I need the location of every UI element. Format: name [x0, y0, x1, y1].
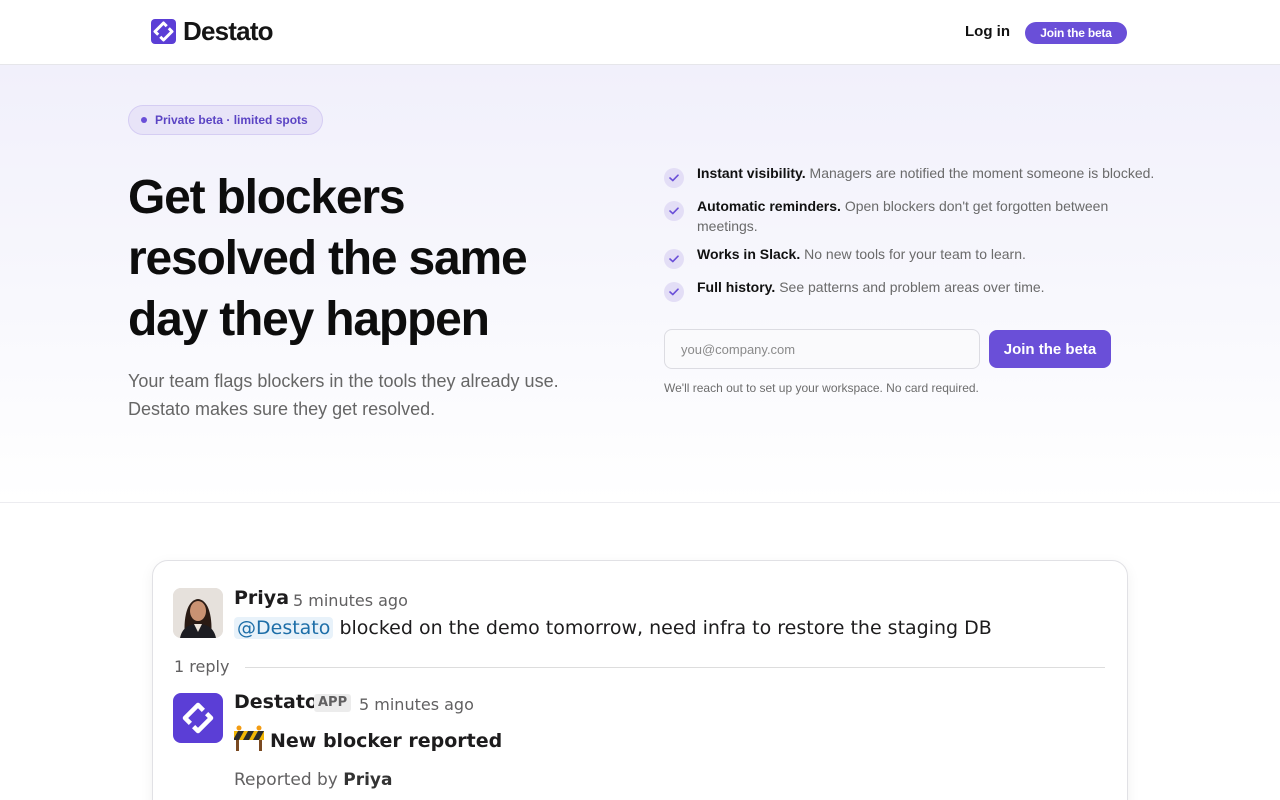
- reported-prefix: Reported by: [234, 770, 338, 790]
- feature-description: No new tools for your team to learn.: [804, 246, 1026, 262]
- feature-text: Works in Slack. No new tools for your te…: [697, 244, 1026, 264]
- feature-description: See patterns and problem areas over time…: [779, 279, 1045, 295]
- top-nav: Destato Log in Join the beta: [0, 0, 1280, 65]
- brand-logo-link[interactable]: Destato: [151, 16, 274, 46]
- check-icon: [664, 282, 684, 302]
- beta-status-text: Private beta · limited spots: [155, 113, 308, 127]
- destato-logo-icon: [151, 18, 176, 44]
- reply-count[interactable]: 1 reply: [174, 657, 229, 676]
- login-link[interactable]: Log in: [965, 22, 1010, 42]
- hero-subtitle: Your team flags blockers in the tools th…: [128, 371, 559, 419]
- feature-item: Automatic reminders. Open blockers don't…: [664, 196, 1164, 236]
- feature-title: Automatic reminders.: [697, 198, 841, 214]
- feature-text: Automatic reminders. Open blockers don't…: [697, 196, 1164, 236]
- feature-item: Full history. See patterns and problem a…: [664, 277, 1164, 302]
- status-dot-icon: [141, 117, 147, 123]
- join-beta-button[interactable]: Join the beta: [989, 330, 1111, 368]
- hero-section: Private beta · limited spots Get blocker…: [0, 65, 1280, 503]
- app-author[interactable]: Destato: [234, 691, 318, 713]
- feature-item: Works in Slack. No new tools for your te…: [664, 244, 1164, 269]
- thread-divider: [245, 667, 1105, 668]
- check-icon: [664, 201, 684, 221]
- feature-list: Instant visibility. Managers are notifie…: [664, 163, 1164, 310]
- user-avatar: [173, 588, 223, 638]
- hero-title: Get blockers resolved the same day they …: [128, 171, 528, 346]
- mention-link[interactable]: @Destato: [234, 617, 334, 639]
- message-author[interactable]: Priya: [234, 587, 289, 609]
- blocker-title: New blocker reported: [270, 729, 503, 752]
- signup-fine-print: We'll reach out to set up your workspace…: [664, 381, 979, 395]
- feature-description: Managers are notified the moment someone…: [809, 165, 1155, 181]
- blocker-heading: New blocker reported: [233, 725, 503, 756]
- feature-text: Instant visibility. Managers are notifie…: [697, 163, 1154, 183]
- destato-app-icon: [182, 702, 214, 734]
- reported-by-name: Priya: [343, 770, 393, 790]
- beta-status-badge: Private beta · limited spots: [128, 105, 323, 135]
- message-timestamp[interactable]: 5 minutes ago: [293, 591, 408, 610]
- email-input[interactable]: [664, 329, 980, 369]
- header-join-beta-button[interactable]: Join the beta: [1025, 22, 1127, 44]
- message-body: blocked on the demo tomorrow, need infra…: [339, 617, 992, 639]
- feature-text: Full history. See patterns and problem a…: [697, 277, 1045, 297]
- check-icon: [664, 249, 684, 269]
- app-avatar: [173, 693, 223, 743]
- app-badge: APP: [314, 694, 352, 712]
- feature-title: Instant visibility.: [697, 165, 806, 181]
- check-icon: [664, 168, 684, 188]
- reply-timestamp[interactable]: 5 minutes ago: [359, 695, 474, 714]
- feature-title: Full history.: [697, 279, 776, 295]
- reported-by: Reported by Priya: [234, 770, 393, 790]
- construction-barrier-icon: [233, 725, 264, 756]
- brand-name: Destato: [183, 16, 274, 46]
- slack-demo-card: Priya 5 minutes ago @Destato blocked on …: [152, 560, 1128, 800]
- feature-item: Instant visibility. Managers are notifie…: [664, 163, 1164, 188]
- message-text: @Destato blocked on the demo tomorrow, n…: [234, 617, 992, 639]
- feature-title: Works in Slack.: [697, 246, 801, 262]
